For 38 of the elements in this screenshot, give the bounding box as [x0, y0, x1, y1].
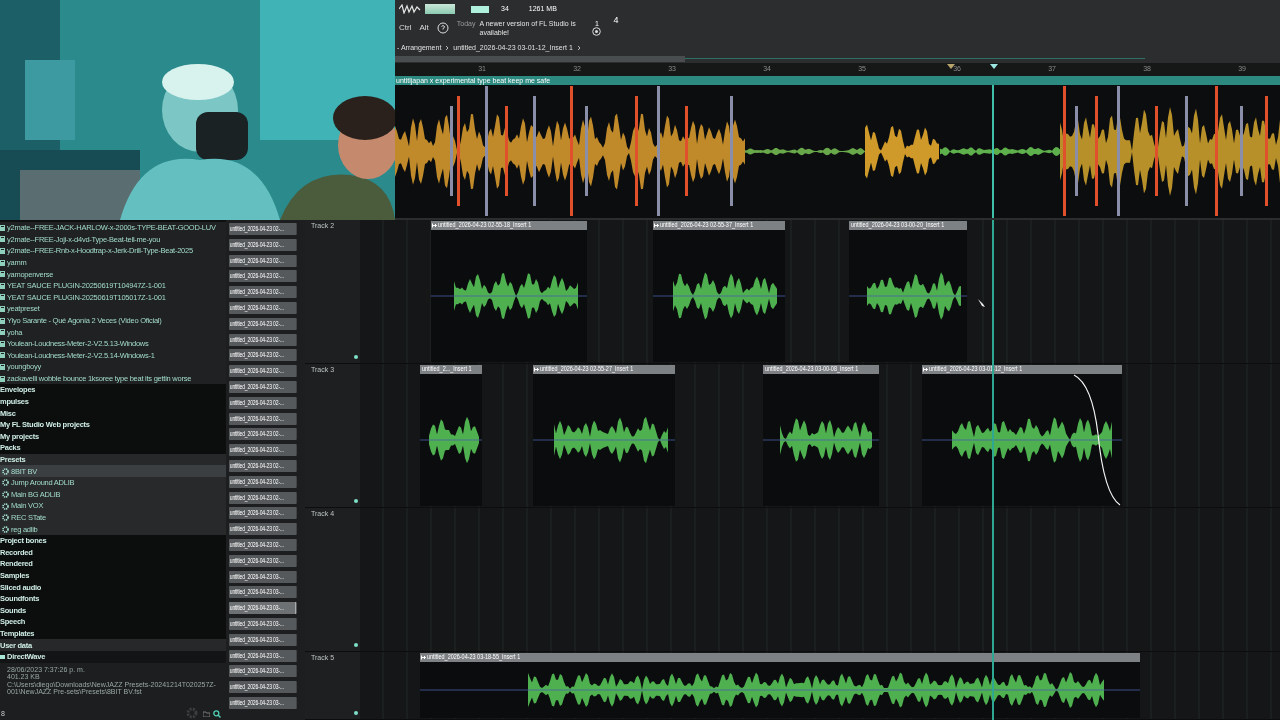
file-icon: [0, 224, 5, 231]
shortcut-label: Ctrl: [399, 21, 412, 34]
pencil-icon: [977, 298, 986, 308]
dial-icon[interactable]: [592, 26, 602, 36]
file-icon: [0, 271, 5, 278]
file-icon: [0, 363, 5, 370]
chevron-icon: [576, 45, 581, 51]
file-icon: [0, 340, 5, 347]
arrow-icon: [654, 223, 659, 228]
arrow-icon: [923, 367, 928, 372]
fade-curve[interactable]: [1072, 374, 1122, 506]
help-icon[interactable]: [436, 21, 449, 34]
gear-icon: [186, 707, 198, 719]
file-icon: [0, 375, 5, 382]
search-icon[interactable]: [213, 710, 221, 718]
marker-icon[interactable]: [947, 64, 955, 69]
file-icon: [0, 329, 5, 336]
shortcut-label: Alt: [419, 21, 429, 34]
waveform-icon: [399, 4, 421, 15]
level-meter: [425, 4, 455, 15]
chevron-icon: [445, 45, 450, 51]
arrow-icon: [421, 655, 426, 660]
arrow-icon: [432, 223, 437, 228]
file-icon: [0, 317, 5, 324]
file-icon: [0, 282, 5, 289]
arrow-icon: [534, 367, 539, 372]
cpu-meter: [471, 5, 489, 13]
voices-reading: 4: [613, 14, 619, 27]
folder-icon: [0, 653, 5, 660]
folder-icon[interactable]: [203, 711, 210, 717]
overview-scrollbar[interactable]: [395, 55, 685, 62]
playhead-marker-icon[interactable]: [990, 64, 998, 69]
file-icon: [0, 259, 5, 266]
file-icon: [0, 352, 5, 359]
file-icon: [0, 248, 5, 254]
file-icon: [0, 305, 5, 312]
file-icon: [0, 294, 5, 301]
file-icon: [0, 236, 5, 243]
